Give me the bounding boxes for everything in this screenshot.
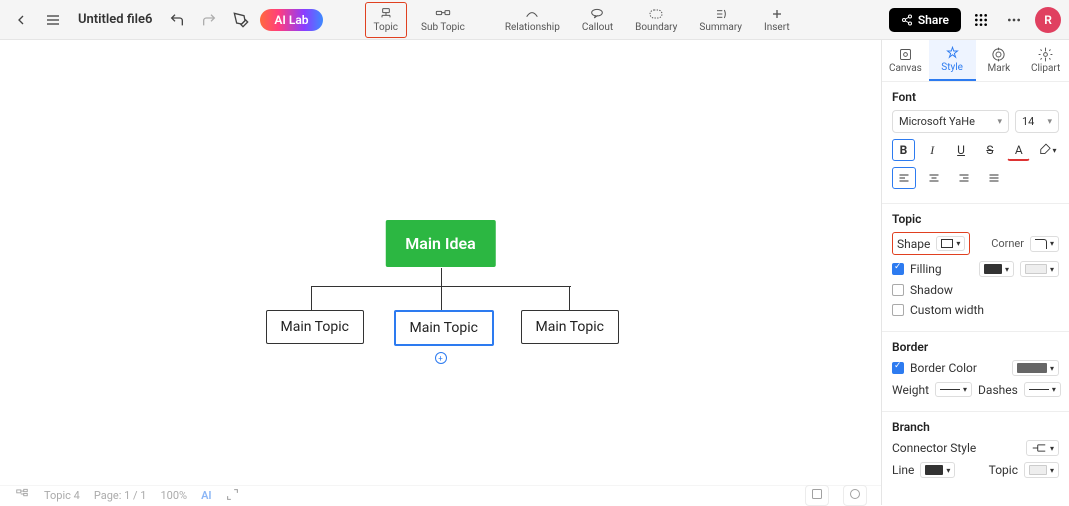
underline-button[interactable]: U bbox=[950, 139, 973, 161]
shape-control: Shape ▾ bbox=[892, 232, 970, 255]
filling-secondary-select[interactable]: ▾ bbox=[1020, 261, 1059, 277]
tool-insert-label: Insert bbox=[764, 22, 790, 33]
add-child-icon[interactable]: + bbox=[435, 352, 447, 364]
more-icon[interactable] bbox=[1001, 7, 1027, 33]
tool-relationship-label: Relationship bbox=[505, 22, 560, 33]
back-icon[interactable] bbox=[8, 7, 34, 33]
topic-node[interactable]: Main Topic bbox=[266, 310, 364, 344]
filling-color-select[interactable]: ▾ bbox=[979, 261, 1014, 277]
tool-callout-label: Callout bbox=[582, 22, 613, 33]
connector-label: Connector Style bbox=[892, 441, 976, 455]
customwidth-checkbox[interactable] bbox=[892, 304, 904, 316]
tool-topic[interactable]: Topic bbox=[365, 2, 407, 38]
shadow-checkbox[interactable] bbox=[892, 284, 904, 296]
branch-heading: Branch bbox=[892, 420, 1059, 434]
weight-select[interactable]: ▾ bbox=[935, 382, 972, 397]
menu-icon[interactable] bbox=[40, 7, 66, 33]
shape-select[interactable]: ▾ bbox=[936, 236, 965, 251]
weight-label: Weight bbox=[892, 383, 929, 397]
bordercolor-label: Border Color bbox=[910, 361, 977, 375]
tool-callout[interactable]: Callout bbox=[574, 2, 621, 38]
align-justify-button[interactable] bbox=[982, 167, 1006, 189]
line-color-select[interactable]: ▾ bbox=[920, 462, 955, 478]
apps-grid-icon[interactable] bbox=[969, 8, 993, 32]
bottom-btn-2[interactable] bbox=[843, 485, 867, 506]
right-panel: Canvas Style Mark Clipart Font Microsoft… bbox=[881, 40, 1069, 505]
shape-label: Shape bbox=[897, 237, 930, 251]
bottom-ai[interactable]: AI bbox=[201, 489, 212, 502]
border-heading: Border bbox=[892, 340, 1059, 354]
tool-subtopic-label: Sub Topic bbox=[421, 22, 465, 33]
font-family-select[interactable]: Microsoft YaHe▾ bbox=[892, 110, 1009, 133]
topic-node-selected[interactable]: Main Topic bbox=[394, 310, 494, 346]
bottom-zoom[interactable]: 100% bbox=[160, 489, 187, 502]
branch-topic-label: Topic bbox=[989, 463, 1018, 477]
customwidth-label: Custom width bbox=[910, 303, 984, 317]
tool-boundary-label: Boundary bbox=[635, 22, 677, 33]
corner-label: Corner bbox=[991, 237, 1024, 250]
strike-button[interactable]: S bbox=[978, 139, 1001, 161]
bottom-topic: Topic 4 bbox=[44, 489, 80, 502]
tool-relationship[interactable]: Relationship bbox=[497, 2, 568, 38]
tool-boundary[interactable]: Boundary bbox=[627, 2, 685, 38]
align-left-button[interactable] bbox=[892, 167, 916, 189]
bordercolor-checkbox[interactable] bbox=[892, 362, 904, 374]
dashes-select[interactable]: ▾ bbox=[1024, 382, 1061, 397]
tool-insert[interactable]: Insert bbox=[756, 2, 798, 38]
ai-lab-button[interactable]: AI Lab bbox=[260, 9, 322, 31]
undo-icon[interactable] bbox=[164, 7, 190, 33]
corner-select[interactable]: ▾ bbox=[1030, 236, 1059, 252]
highlight-button[interactable]: ▾ bbox=[1036, 139, 1059, 161]
topic-heading: Topic bbox=[892, 212, 1059, 226]
topic-section: Topic Shape ▾ Corner ▾ Filling ▾ ▾ Shado… bbox=[882, 204, 1069, 332]
share-button[interactable]: Share bbox=[889, 8, 961, 32]
panel-tabs: Canvas Style Mark Clipart bbox=[882, 40, 1069, 82]
shadow-label: Shadow bbox=[910, 283, 953, 297]
align-right-button[interactable] bbox=[952, 167, 976, 189]
tool-topic-label: Topic bbox=[374, 22, 398, 33]
bordercolor-select[interactable]: ▾ bbox=[1012, 360, 1059, 376]
line-label: Line bbox=[892, 463, 914, 477]
tool-summary-label: Summary bbox=[699, 22, 742, 33]
bold-button[interactable]: B bbox=[892, 139, 915, 161]
bottom-map-icon[interactable] bbox=[14, 487, 30, 504]
branch-section: Branch Connector Style ▾ Line ▾ Topic ▾ bbox=[882, 412, 1069, 492]
tab-style[interactable]: Style bbox=[929, 40, 976, 81]
file-name[interactable]: Untitled file6 bbox=[78, 12, 152, 27]
tab-mark[interactable]: Mark bbox=[976, 40, 1023, 81]
dashes-label: Dashes bbox=[978, 383, 1018, 397]
tool-summary[interactable]: Summary bbox=[691, 2, 750, 38]
brush-icon[interactable] bbox=[228, 7, 254, 33]
text-color-button[interactable]: A bbox=[1007, 139, 1030, 161]
status-bar: Topic 4 Page: 1 / 1 100% AI bbox=[0, 485, 881, 505]
central-topic[interactable]: Main Idea bbox=[385, 220, 495, 267]
tool-subtopic[interactable]: Sub Topic bbox=[413, 2, 473, 38]
topic-node[interactable]: Main Topic bbox=[521, 310, 619, 344]
bottom-page: Page: 1 / 1 bbox=[94, 489, 147, 502]
avatar[interactable]: R bbox=[1035, 7, 1061, 33]
fullscreen-icon[interactable] bbox=[226, 488, 239, 504]
branch-topic-select[interactable]: ▾ bbox=[1024, 462, 1059, 478]
canvas[interactable]: Main Idea Main Topic Main Topic Main Top… bbox=[0, 40, 881, 505]
italic-button[interactable]: I bbox=[921, 139, 944, 161]
font-heading: Font bbox=[892, 90, 1059, 104]
align-center-button[interactable] bbox=[922, 167, 946, 189]
font-size-select[interactable]: 14▾ bbox=[1015, 110, 1059, 133]
filling-label: Filling bbox=[910, 262, 942, 276]
tab-canvas[interactable]: Canvas bbox=[882, 40, 929, 81]
top-toolbar: Untitled file6 AI Lab Topic Sub Topic Re… bbox=[0, 0, 1069, 40]
share-label: Share bbox=[918, 13, 949, 27]
border-section: Border Border Color ▾ Weight ▾ Dashes ▾ bbox=[882, 332, 1069, 412]
redo-icon[interactable] bbox=[196, 7, 222, 33]
filling-checkbox[interactable] bbox=[892, 263, 904, 275]
tab-clipart[interactable]: Clipart bbox=[1022, 40, 1069, 81]
font-section: Font Microsoft YaHe▾ 14▾ B I U S A ▾ bbox=[882, 82, 1069, 204]
connector-select[interactable]: ▾ bbox=[1026, 440, 1059, 456]
bottom-btn-1[interactable] bbox=[805, 485, 829, 506]
